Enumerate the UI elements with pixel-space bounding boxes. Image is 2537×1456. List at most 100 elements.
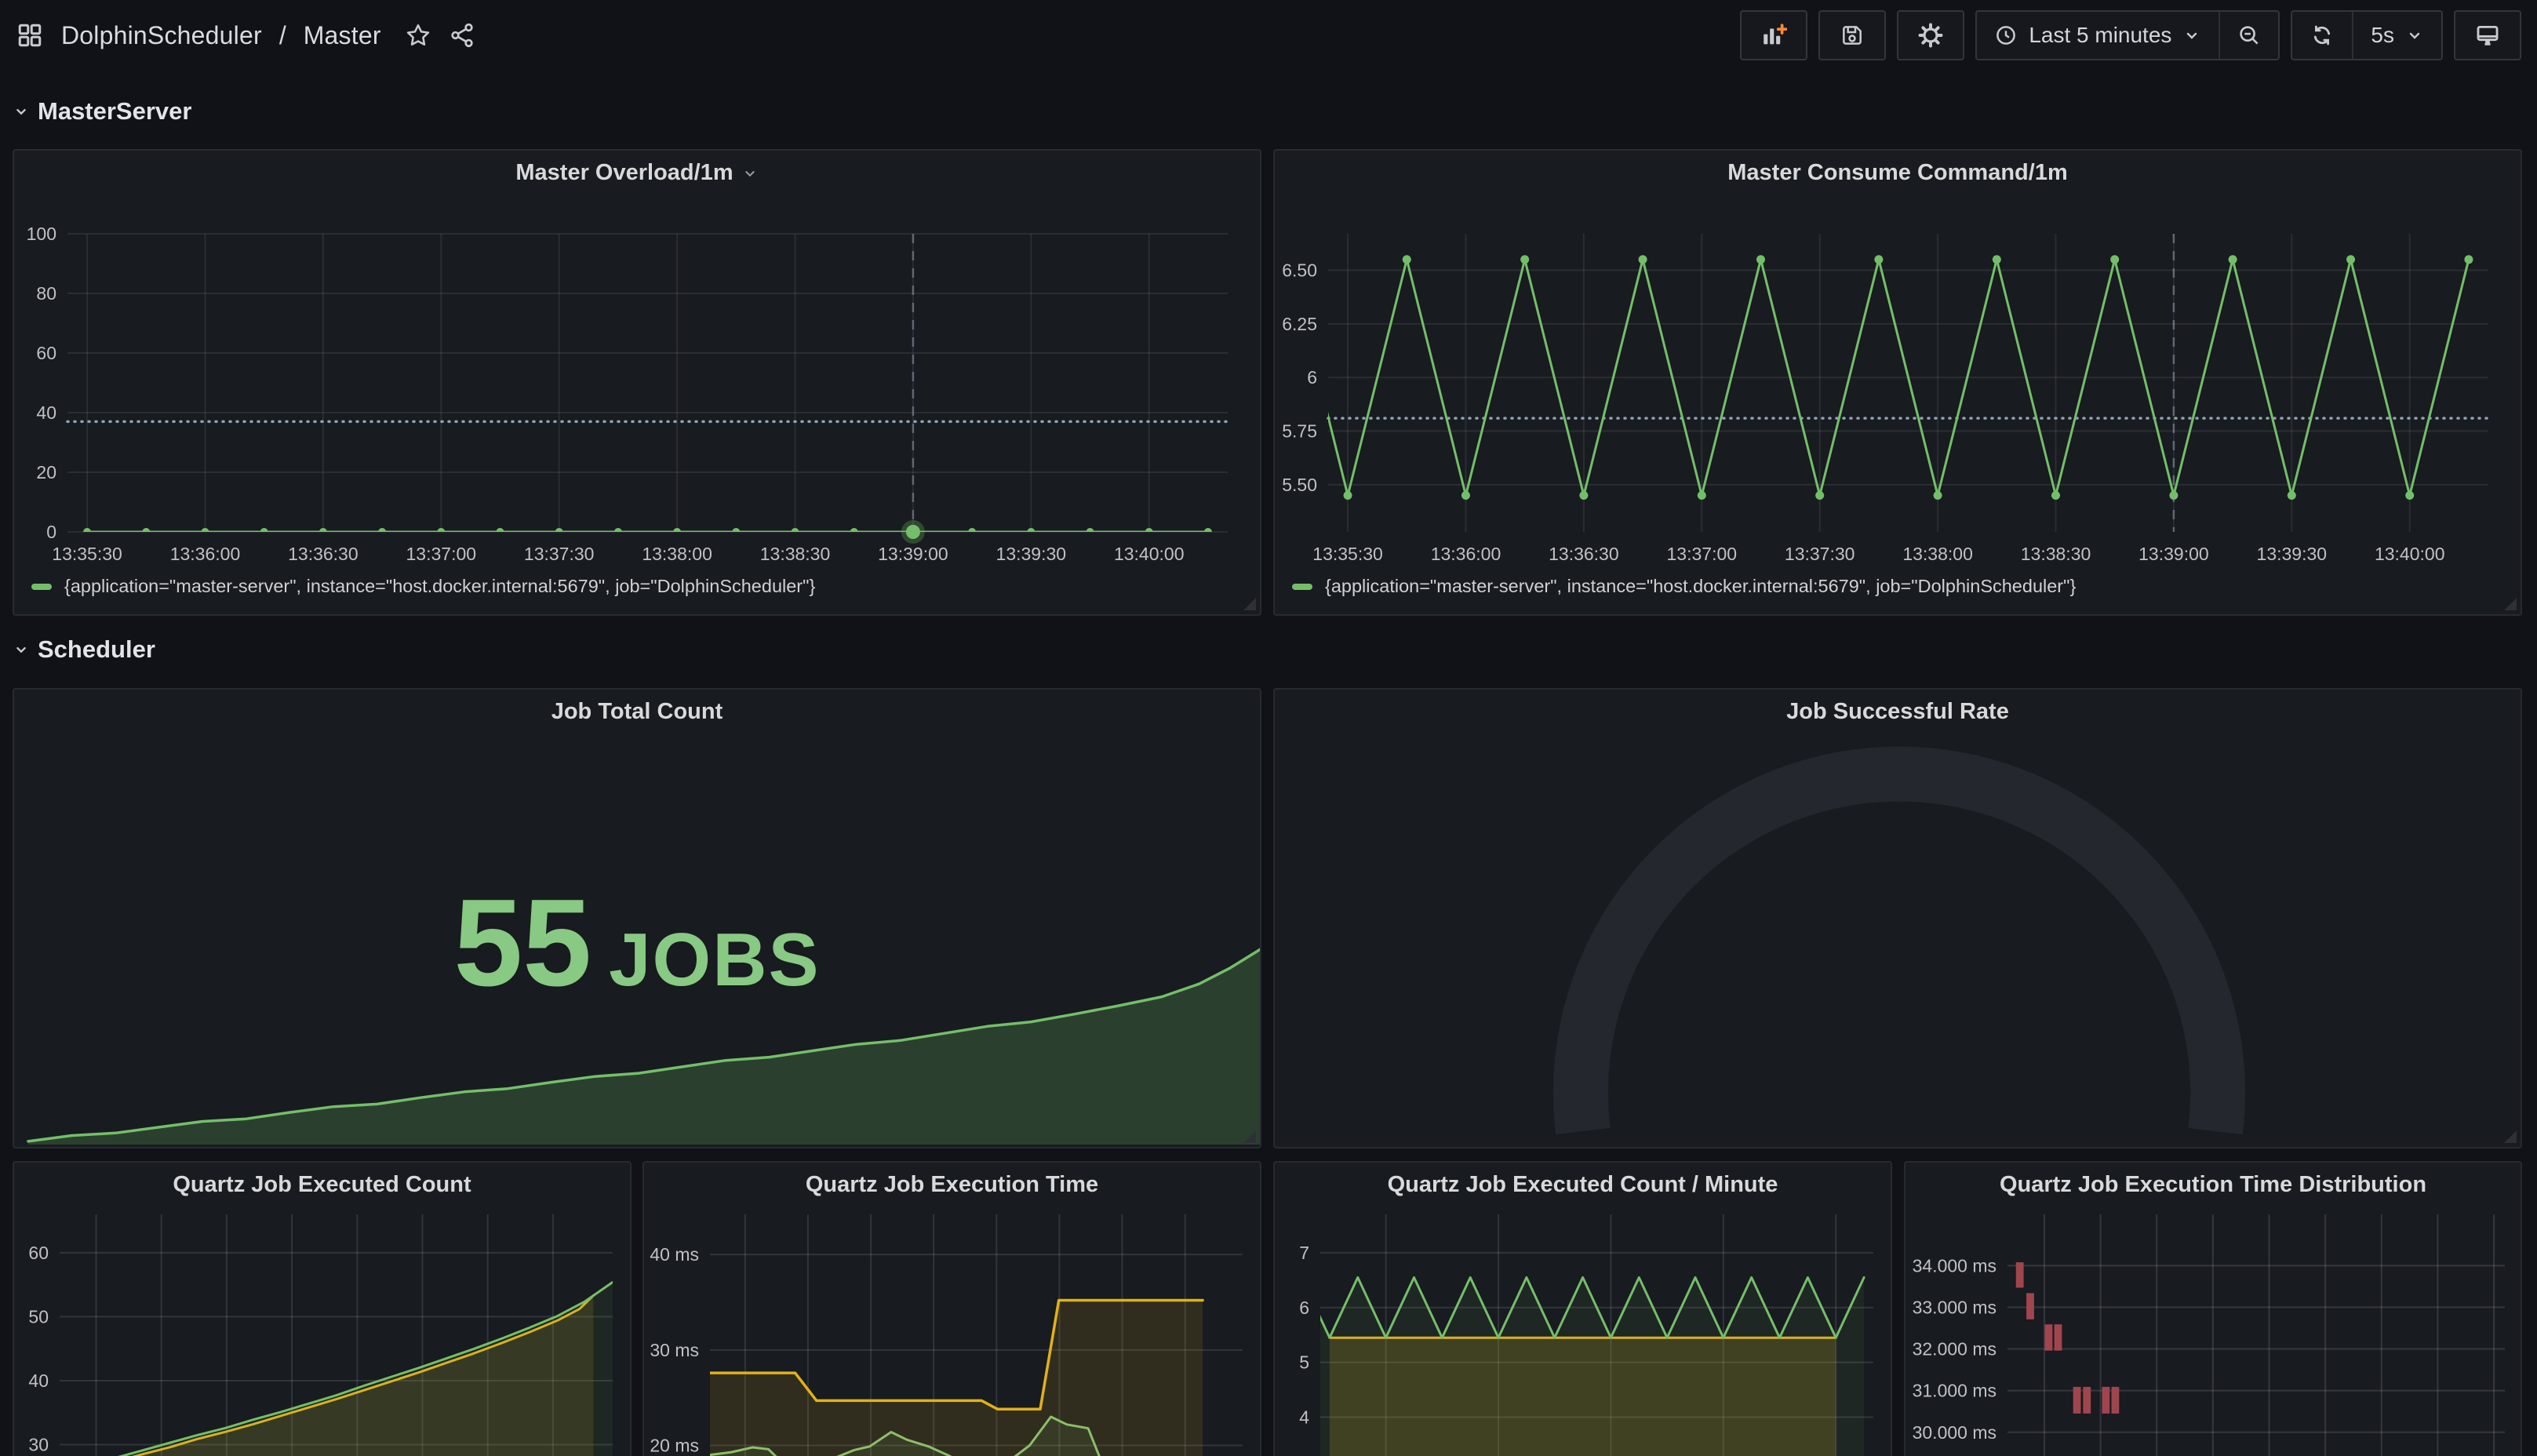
svg-text:60: 60 xyxy=(28,1243,49,1263)
svg-text:5.75: 5.75 xyxy=(1282,421,1317,442)
stat-value: 55 xyxy=(453,881,591,1005)
breadcrumb-dashboard[interactable]: DolphinScheduler xyxy=(61,21,262,50)
svg-text:6.50: 6.50 xyxy=(1282,260,1317,281)
legend-swatch xyxy=(31,584,52,590)
panel-title-quartz-count-per-minute[interactable]: Quartz Job Executed Count / Minute xyxy=(1275,1172,1891,1198)
star-icon[interactable] xyxy=(405,22,431,49)
svg-text:13:38:00: 13:38:00 xyxy=(1902,544,1973,564)
panel-menu-chevron-icon xyxy=(741,165,759,182)
legend-master-overload[interactable]: {application="master-server", instance="… xyxy=(31,576,815,597)
svg-text:31.000 ms: 31.000 ms xyxy=(1913,1381,1996,1401)
panel-quartz-executed-count: Quartz Job Executed Count 30405060 xyxy=(13,1161,632,1456)
svg-text:13:38:30: 13:38:30 xyxy=(2021,544,2091,564)
time-picker-group: Last 5 minutes xyxy=(1975,10,2280,60)
svg-text:13:40:00: 13:40:00 xyxy=(2375,544,2445,564)
svg-text:5.50: 5.50 xyxy=(1282,475,1317,495)
cycle-view-mode-button[interactable] xyxy=(2454,10,2521,60)
legend-label: {application="master-server", instance="… xyxy=(64,576,815,597)
svg-text:13:39:00: 13:39:00 xyxy=(2138,544,2209,564)
dashboard-settings-button[interactable] xyxy=(1897,10,1964,60)
svg-text:13:35:30: 13:35:30 xyxy=(1312,544,1383,564)
zoom-out-icon xyxy=(2237,24,2261,47)
quartz-execution-time-chart[interactable]: 20 ms30 ms40 ms xyxy=(644,1207,1261,1456)
panel-title-quartz-time-distribution[interactable]: Quartz Job Execution Time Distribution xyxy=(1905,1172,2521,1198)
panel-title-quartz-execution-time[interactable]: Quartz Job Execution Time xyxy=(644,1172,1260,1198)
panel-title-text: Quartz Job Executed Count / Minute xyxy=(1388,1172,1778,1198)
svg-text:6: 6 xyxy=(1307,367,1317,388)
panel-title-master-overload[interactable]: Master Overload/1m xyxy=(14,160,1260,186)
add-panel-button[interactable] xyxy=(1740,10,1807,60)
save-dashboard-button[interactable] xyxy=(1818,10,1886,60)
stat-value-row: 55 JOBS xyxy=(14,881,1260,1005)
monitor-icon xyxy=(2474,22,2501,49)
breadcrumb: DolphinScheduler / Master xyxy=(16,21,475,50)
svg-text:13:37:00: 13:37:00 xyxy=(1667,544,1738,564)
breadcrumb-page[interactable]: Master xyxy=(304,21,381,50)
panel-title-text: Master Consume Command/1m xyxy=(1727,160,2068,186)
svg-text:30.000 ms: 30.000 ms xyxy=(1913,1422,1996,1443)
top-nav: DolphinScheduler / Master xyxy=(0,0,2537,71)
panel-title-text: Quartz Job Execution Time xyxy=(806,1172,1098,1198)
master-overload-chart[interactable]: 02040608010013:35:3013:36:0013:36:3013:3… xyxy=(14,195,1261,591)
svg-text:7: 7 xyxy=(1299,1243,1309,1263)
quartz-executed-count-chart[interactable]: 30405060 xyxy=(14,1207,632,1456)
add-panel-icon xyxy=(1760,22,1787,49)
svg-text:6.25: 6.25 xyxy=(1282,314,1317,334)
svg-text:20: 20 xyxy=(36,462,56,482)
svg-text:5: 5 xyxy=(1299,1352,1309,1373)
svg-text:13:39:30: 13:39:30 xyxy=(996,544,1067,564)
svg-text:34.000 ms: 34.000 ms xyxy=(1913,1255,1996,1276)
legend-swatch xyxy=(1292,584,1312,590)
svg-text:30: 30 xyxy=(28,1435,49,1455)
svg-text:80: 80 xyxy=(36,283,56,304)
section-title: MasterServer xyxy=(38,97,191,126)
grafana-dashboard: { "header": { "breadcrumb": { "app": "Do… xyxy=(0,0,2537,1456)
quartz-count-per-minute-chart[interactable]: 34567 xyxy=(1275,1207,1892,1456)
svg-text:60: 60 xyxy=(36,343,56,363)
refresh-button[interactable] xyxy=(2292,12,2352,59)
panel-quartz-execution-time: Quartz Job Execution Time 20 ms30 ms40 m… xyxy=(642,1161,1261,1456)
refresh-interval-picker[interactable]: 5s xyxy=(2352,12,2441,59)
section-masterserver[interactable]: MasterServer xyxy=(13,97,191,126)
panel-quartz-count-per-minute: Quartz Job Executed Count / Minute 34567 xyxy=(1273,1161,1892,1456)
panel-title-text: Master Overload/1m xyxy=(515,160,733,186)
svg-text:4: 4 xyxy=(1299,1407,1309,1428)
svg-text:13:36:00: 13:36:00 xyxy=(170,544,241,564)
refresh-group: 5s xyxy=(2291,10,2443,60)
share-icon[interactable] xyxy=(449,22,475,49)
clock-icon xyxy=(1994,24,2018,47)
section-scheduler[interactable]: Scheduler xyxy=(13,635,155,664)
panel-title-quartz-executed-count[interactable]: Quartz Job Executed Count xyxy=(14,1172,630,1198)
panel-master-overload: Master Overload/1m 02040608010013:35:301… xyxy=(13,149,1261,616)
panel-title-text: Job Successful Rate xyxy=(1786,699,2009,725)
apps-grid-icon[interactable] xyxy=(16,21,44,49)
zoom-out-time-button[interactable] xyxy=(2219,12,2278,59)
master-consume-chart[interactable]: 5.505.7566.256.5013:35:3013:36:0013:36:3… xyxy=(1275,195,2522,591)
panel-title-text: Quartz Job Executed Count xyxy=(173,1172,471,1198)
panel-title-job-total-count[interactable]: Job Total Count xyxy=(14,699,1260,725)
stat-unit: JOBS xyxy=(609,923,820,998)
svg-text:13:39:30: 13:39:30 xyxy=(2257,544,2328,564)
gauge-arc[interactable] xyxy=(1275,690,2522,1148)
panel-master-consume-command: Master Consume Command/1m 5.50 5.75 6 6.25 6… xyxy=(1273,149,2522,616)
svg-text:0: 0 xyxy=(46,522,56,542)
panel-title-job-successful-rate[interactable]: Job Successful Rate xyxy=(1275,699,2521,725)
panel-title-master-consume[interactable]: Master Consume Command/1m xyxy=(1275,160,2521,186)
legend-master-consume[interactable]: {application="master-server", instance="… xyxy=(1292,576,2076,597)
chevron-down-icon xyxy=(2405,26,2424,45)
svg-text:13:40:00: 13:40:00 xyxy=(1114,544,1185,564)
breadcrumb-separator: / xyxy=(279,21,286,50)
svg-text:33.000 ms: 33.000 ms xyxy=(1913,1297,1996,1317)
time-range-picker[interactable]: Last 5 minutes xyxy=(1977,12,2219,59)
refresh-icon xyxy=(2310,23,2335,48)
gear-icon xyxy=(1917,22,1944,49)
quartz-time-distribution-heatmap[interactable]: 34.000 ms33.000 ms32.000 ms31.000 ms30.0… xyxy=(1905,1207,2522,1456)
svg-text:13:38:30: 13:38:30 xyxy=(760,544,831,564)
svg-text:13:37:00: 13:37:00 xyxy=(406,544,477,564)
panel-quartz-time-distribution: Quartz Job Execution Time Distribution 3… xyxy=(1904,1161,2522,1456)
save-icon xyxy=(1840,23,1865,48)
svg-text:40: 40 xyxy=(28,1370,49,1391)
svg-text:40: 40 xyxy=(36,402,56,423)
chevron-down-icon xyxy=(13,103,30,120)
svg-text:13:36:30: 13:36:30 xyxy=(288,544,359,564)
